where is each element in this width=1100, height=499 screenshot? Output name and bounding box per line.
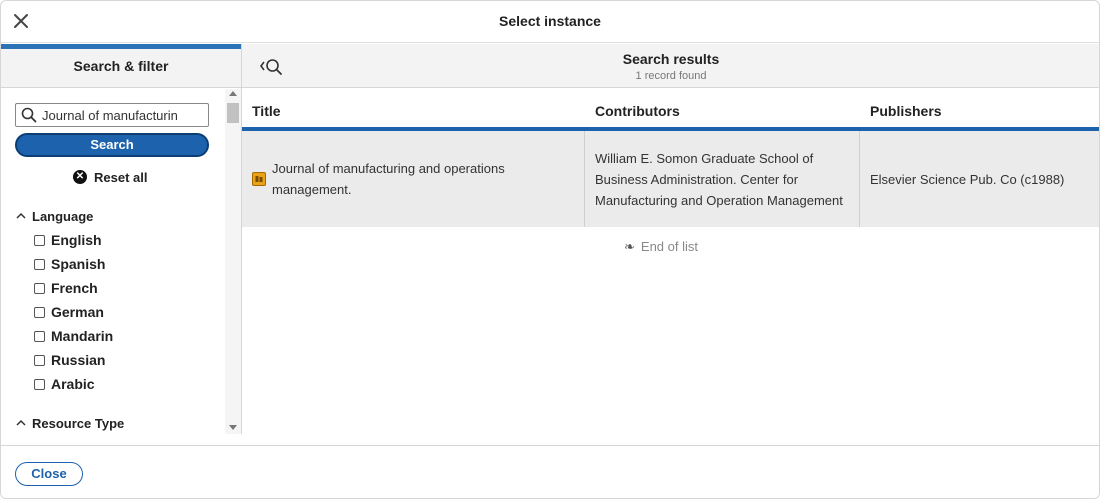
column-divider [584, 131, 585, 227]
results-title: Search results [622, 51, 720, 67]
checkbox[interactable] [34, 234, 45, 246]
scroll-down-arrow-icon[interactable] [229, 425, 237, 430]
language-option-english[interactable]: English [34, 230, 102, 250]
checkbox[interactable] [34, 282, 45, 294]
reset-all-label: Reset all [94, 169, 148, 185]
filter-pane-header: Search & filter [1, 49, 241, 88]
cell-publishers: Elsevier Science Pub. Co (c1988) [870, 171, 1065, 187]
checkbox[interactable] [34, 354, 45, 366]
scroll-up-arrow-icon[interactable] [229, 91, 237, 96]
search-field[interactable] [15, 103, 209, 127]
resource-type-facet-label: Resource Type [32, 415, 125, 431]
cell-contributors: William E. Somon Graduate School of Busi… [595, 150, 843, 208]
close-button[interactable]: Close [15, 462, 83, 486]
option-label: French [51, 280, 98, 296]
end-of-list: ❧ End of list [242, 239, 1080, 255]
option-label: Russian [51, 352, 106, 368]
option-label: Arabic [51, 376, 95, 392]
language-option-mandarin[interactable]: Mandarin [34, 326, 113, 346]
language-option-german[interactable]: German [34, 302, 104, 322]
language-option-french[interactable]: French [34, 278, 98, 298]
results-column-headers: Title Contributors Publishers [242, 89, 1099, 127]
language-option-arabic[interactable]: Arabic [34, 374, 95, 394]
language-facet-toggle[interactable]: Language [15, 206, 93, 226]
resource-type-facet-toggle[interactable]: Resource Type [15, 413, 124, 433]
option-label: Mandarin [51, 328, 114, 344]
language-option-spanish[interactable]: Spanish [34, 254, 105, 274]
modal-header: Select instance [1, 1, 1099, 43]
checkbox[interactable] [34, 330, 45, 342]
filter-scrollbar[interactable] [225, 89, 241, 434]
chevron-up-icon [16, 212, 26, 219]
filter-scroll-area: Search ✕ Reset all Language English Span… [1, 89, 241, 434]
search-filter-pane: Search & filter Search ✕ Reset all Langu… [1, 44, 242, 434]
checkbox[interactable] [34, 306, 45, 318]
reset-all-button[interactable]: ✕ Reset all [73, 168, 147, 186]
language-facet-label: Language [32, 208, 94, 224]
option-label: German [51, 304, 104, 320]
language-option-russian[interactable]: Russian [34, 350, 105, 370]
column-divider [859, 131, 860, 227]
modal-title: Select instance [499, 13, 601, 29]
scroll-thumb[interactable] [227, 103, 239, 123]
search-icon [16, 104, 42, 126]
row-title-text: Journal of manufacturing and operations … [272, 161, 505, 197]
search-button[interactable]: Search [15, 133, 209, 157]
search-input[interactable] [42, 107, 202, 123]
column-header-title[interactable]: Title [252, 103, 281, 119]
checkbox[interactable] [34, 258, 45, 270]
end-of-list-leaf-icon: ❧ [624, 239, 635, 254]
chevron-up-icon [16, 419, 26, 426]
search-results-pane: Search results 1 record found Title Cont… [242, 44, 1099, 434]
modal-footer: Close [1, 445, 1099, 498]
checkbox[interactable] [34, 378, 45, 390]
option-label: English [51, 232, 102, 248]
column-header-publishers[interactable]: Publishers [870, 103, 942, 119]
column-header-contributors[interactable]: Contributors [595, 103, 680, 119]
table-row[interactable]: Journal of manufacturing and operations … [242, 131, 1099, 227]
reset-x-icon: ✕ [73, 170, 87, 184]
instance-type-icon [252, 172, 266, 186]
select-instance-modal: Select instance Search & filter Search ✕… [0, 0, 1100, 499]
results-count: 1 record found [635, 70, 707, 82]
end-of-list-label: End of list [640, 239, 698, 254]
option-label: Spanish [51, 256, 106, 272]
cell-title: Journal of manufacturing and operations … [252, 131, 584, 227]
results-header: Search results 1 record found [242, 44, 1099, 88]
